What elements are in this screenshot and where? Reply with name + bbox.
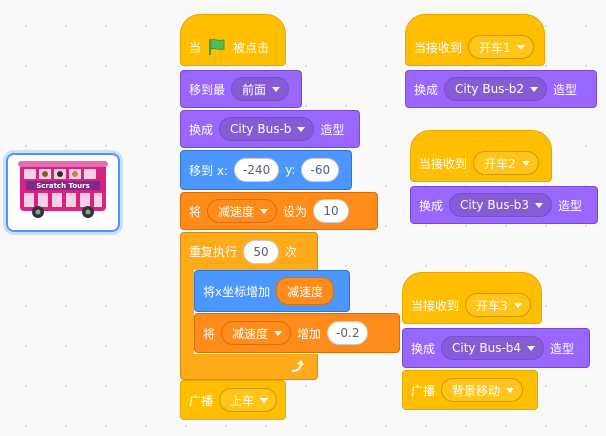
sprite-thumbnail[interactable]: Scratch Tours: [6, 153, 120, 232]
hat-suffix: 被点击: [233, 40, 270, 55]
loop-arrow-icon: [291, 360, 304, 372]
repeat-header: 重复执行 50 次: [180, 232, 318, 270]
repeat-suffix: 次: [285, 245, 298, 259]
costume-dropdown[interactable]: City Bus-b3: [449, 193, 553, 217]
message-dropdown-value: 开车3: [476, 298, 508, 313]
when-receive-label: 当接收到: [411, 298, 460, 313]
change-variable-block[interactable]: 将 减速度 增加 -0.2: [194, 313, 400, 353]
chevron-down-icon: [521, 160, 530, 166]
when-flag-clicked-hat[interactable]: 当 被点击: [180, 14, 286, 66]
switch-costume-block[interactable]: 换成 City Bus-b2 造型: [405, 70, 597, 108]
goto-y-label: y:: [285, 163, 296, 177]
switch-costume-block[interactable]: 换成 City Bus-b3 造型: [410, 186, 598, 224]
goto-x-label: 移到 x:: [189, 163, 228, 178]
repeat-label: 重复执行: [189, 245, 238, 259]
broadcast-block[interactable]: 广播 背景移动: [402, 370, 538, 410]
switch-costume-block[interactable]: 换成 City Bus-b 造型: [180, 110, 360, 148]
green-flag-icon: [209, 38, 225, 55]
message-dropdown[interactable]: 开车2: [473, 151, 539, 175]
set-variable-block[interactable]: 将 减速度 设为 10: [180, 192, 378, 230]
hat-prefix: 当: [189, 40, 202, 55]
chevron-down-icon: [297, 126, 306, 132]
repeat-arm: [180, 269, 194, 355]
switch-costume-block[interactable]: 换成 City Bus-b4 造型: [402, 328, 590, 368]
x-input[interactable]: -240: [233, 158, 280, 182]
change-variable-label: 将: [203, 326, 216, 341]
costume-dropdown-value: City Bus-b3: [460, 198, 530, 212]
repeat-count-input[interactable]: 50: [243, 239, 280, 264]
when-receive-label: 当接收到: [414, 40, 463, 55]
broadcast-label: 广播: [189, 393, 214, 408]
costume-dropdown-value: City Bus-b4: [452, 341, 522, 355]
costume-dropdown[interactable]: City Bus-b: [219, 117, 315, 141]
chevron-down-icon: [516, 44, 525, 50]
switch-costume-label: 换成: [411, 341, 436, 356]
switch-costume-suffix: 造型: [550, 341, 575, 356]
set-to-label: 设为: [283, 204, 308, 219]
city-bus-image: Scratch Tours: [18, 161, 108, 218]
chevron-down-icon: [260, 208, 269, 214]
set-variable-label: 将: [189, 204, 202, 219]
chevron-down-icon: [527, 345, 536, 351]
costume-dropdown[interactable]: City Bus-b4: [441, 336, 545, 360]
repeat-footer: [180, 354, 318, 380]
broadcast-block[interactable]: 广播 上车: [180, 380, 286, 420]
chevron-down-icon: [535, 202, 544, 208]
switch-costume-label: 换成: [414, 82, 439, 97]
costume-dropdown-value: City Bus-b: [230, 122, 292, 136]
switch-costume-label: 换成: [189, 122, 214, 137]
change-value-input[interactable]: -0.2: [327, 321, 369, 345]
chevron-down-icon: [530, 86, 539, 92]
variable-dropdown[interactable]: 减速度: [207, 199, 278, 223]
go-to-front-block[interactable]: 移到最 前面: [180, 70, 302, 108]
message-dropdown-value: 上车: [230, 393, 255, 408]
message-dropdown[interactable]: 背景移动: [441, 378, 524, 402]
go-to-xy-block[interactable]: 移到 x: -240 y: -60: [180, 150, 352, 190]
message-dropdown[interactable]: 上车: [219, 388, 278, 412]
chevron-down-icon: [272, 86, 281, 92]
message-dropdown[interactable]: 开车3: [465, 293, 531, 317]
chevron-down-icon: [260, 397, 269, 403]
chevron-down-icon: [513, 302, 522, 308]
switch-costume-suffix: 造型: [320, 122, 345, 137]
variable-dropdown-value: 减速度: [218, 204, 255, 219]
set-value-input[interactable]: 10: [313, 199, 350, 223]
change-x-block[interactable]: 将x坐标增加 减速度: [194, 270, 350, 312]
change-by-label: 增加: [297, 326, 322, 341]
broadcast-label: 广播: [411, 383, 436, 398]
switch-costume-suffix: 造型: [558, 198, 583, 213]
go-to-label: 移到最: [189, 82, 226, 97]
switch-costume-suffix: 造型: [553, 82, 578, 97]
when-receive-hat[interactable]: 当接收到 开车2: [410, 130, 552, 182]
when-receive-label: 当接收到: [419, 156, 468, 171]
costume-dropdown-value: City Bus-b2: [455, 82, 525, 96]
variable-reporter[interactable]: 减速度: [276, 277, 335, 305]
message-dropdown[interactable]: 开车1: [468, 35, 534, 59]
chevron-down-icon: [506, 387, 515, 393]
when-receive-hat[interactable]: 当接收到 开车1: [405, 14, 545, 66]
y-input[interactable]: -60: [301, 158, 340, 182]
layer-dropdown[interactable]: 前面: [231, 77, 290, 101]
message-dropdown-value: 开车1: [479, 40, 511, 55]
costume-dropdown[interactable]: City Bus-b2: [444, 77, 548, 101]
message-dropdown-value: 开车2: [484, 156, 516, 171]
layer-dropdown-value: 前面: [242, 82, 267, 97]
message-dropdown-value: 背景移动: [452, 383, 501, 398]
switch-costume-label: 换成: [419, 198, 444, 213]
tour-sign-text: Scratch Tours: [36, 182, 90, 190]
chevron-down-icon: [274, 330, 283, 336]
variable-dropdown[interactable]: 减速度: [221, 321, 292, 345]
change-x-label: 将x坐标增加: [203, 284, 271, 299]
variable-dropdown-value: 减速度: [232, 326, 269, 341]
when-receive-hat[interactable]: 当接收到 开车3: [402, 272, 542, 324]
